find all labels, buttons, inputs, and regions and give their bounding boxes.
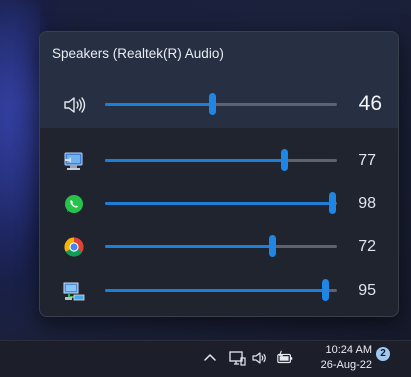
battery-charging-icon[interactable]: [276, 349, 294, 367]
whatsapp-icon[interactable]: [62, 193, 86, 215]
master-volume-fill: [105, 103, 212, 106]
device-name: Speakers (Realtek(R) Audio): [52, 46, 224, 61]
whatsapp-volume-thumb[interactable]: [329, 192, 337, 214]
chrome-volume-fill: [105, 245, 273, 248]
speaker-volume-icon[interactable]: [62, 94, 86, 116]
master-volume-slider[interactable]: [105, 93, 337, 115]
network-app-icon[interactable]: [62, 280, 86, 302]
system-sounds-volume-value: 77: [358, 152, 376, 169]
network-app-volume-thumb[interactable]: [322, 279, 330, 301]
taskbar-clock[interactable]: 10:24 AM 26-Aug-22: [304, 343, 372, 373]
device-header: Speakers (Realtek(R) Audio) 46: [40, 32, 398, 128]
chrome-volume-value: 72: [358, 238, 376, 255]
system-sounds-volume-slider[interactable]: [105, 149, 337, 171]
app-volume-row-system-sounds: 77: [40, 146, 398, 176]
clock-time: 10:24 AM: [325, 344, 372, 356]
whatsapp-volume-value: 98: [358, 195, 376, 212]
system-sounds-icon[interactable]: [62, 150, 86, 172]
app-volume-row-chrome: 72: [40, 232, 398, 262]
chrome-icon[interactable]: [62, 236, 86, 258]
app-volume-row-network-app: 95: [40, 276, 398, 306]
clock-date: 26-Aug-22: [320, 359, 372, 371]
network-icon[interactable]: [228, 349, 246, 367]
whatsapp-volume-slider[interactable]: [105, 192, 337, 214]
notification-badge[interactable]: 2: [376, 347, 390, 361]
whatsapp-volume-fill: [105, 202, 333, 205]
network-app-volume-value: 95: [358, 282, 376, 299]
taskbar: 10:24 AM 26-Aug-22 2: [0, 340, 411, 377]
master-volume-row: 46: [40, 90, 398, 120]
desktop: Speakers (Realtek(R) Audio) 46 77 98 72 …: [0, 0, 411, 377]
chevron-up-icon[interactable]: [201, 349, 219, 367]
volume-mixer-flyout: Speakers (Realtek(R) Audio) 46 77 98 72 …: [39, 31, 399, 317]
app-volume-row-whatsapp: 98: [40, 189, 398, 219]
speaker-icon[interactable]: [251, 349, 269, 367]
network-app-volume-slider[interactable]: [105, 279, 337, 301]
master-volume-thumb[interactable]: [208, 93, 216, 115]
system-sounds-volume-thumb[interactable]: [280, 149, 288, 171]
master-volume-value: 46: [358, 92, 382, 115]
chrome-volume-thumb[interactable]: [269, 235, 277, 257]
system-sounds-volume-fill: [105, 159, 284, 162]
network-app-volume-fill: [105, 289, 326, 292]
chrome-volume-slider[interactable]: [105, 235, 337, 257]
